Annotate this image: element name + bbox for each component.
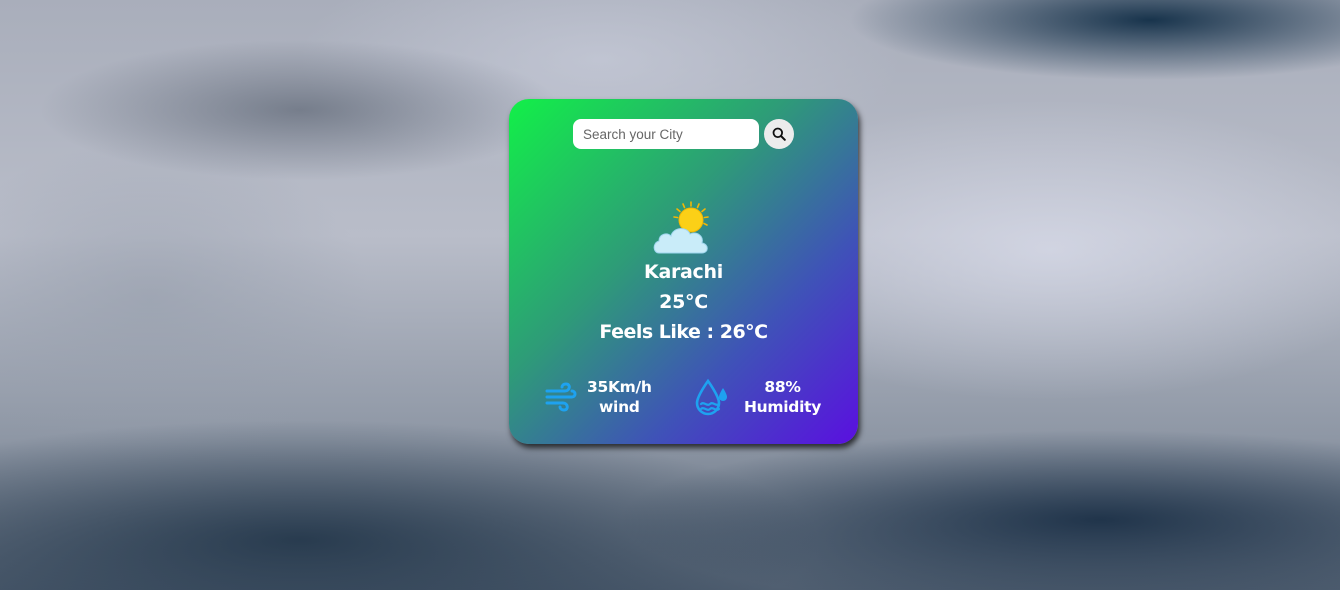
temperature: 25°C	[659, 291, 708, 313]
search-icon	[772, 127, 786, 141]
search-bar	[573, 119, 794, 149]
humidity-label: Humidity	[744, 398, 821, 416]
wind-icon	[545, 382, 577, 412]
city-name: Karachi	[644, 261, 723, 283]
partly-cloudy-icon	[653, 201, 709, 254]
wind-label: wind	[599, 398, 640, 416]
search-button[interactable]	[764, 119, 794, 149]
humidity-value: 88%	[764, 378, 801, 396]
weather-card: Karachi 25°C Feels Like : 26°C 35Km/h wi…	[509, 99, 858, 444]
wind-value: 35Km/h	[587, 378, 652, 396]
feels-like: Feels Like : 26°C	[599, 321, 768, 343]
humidity-text: 88% Humidity	[744, 377, 821, 417]
wind-text: 35Km/h wind	[587, 377, 652, 417]
wind-stat: 35Km/h wind	[545, 377, 652, 417]
search-input[interactable]	[573, 119, 759, 149]
humidity-stat: 88% Humidity	[694, 377, 821, 417]
humidity-icon	[695, 378, 727, 416]
